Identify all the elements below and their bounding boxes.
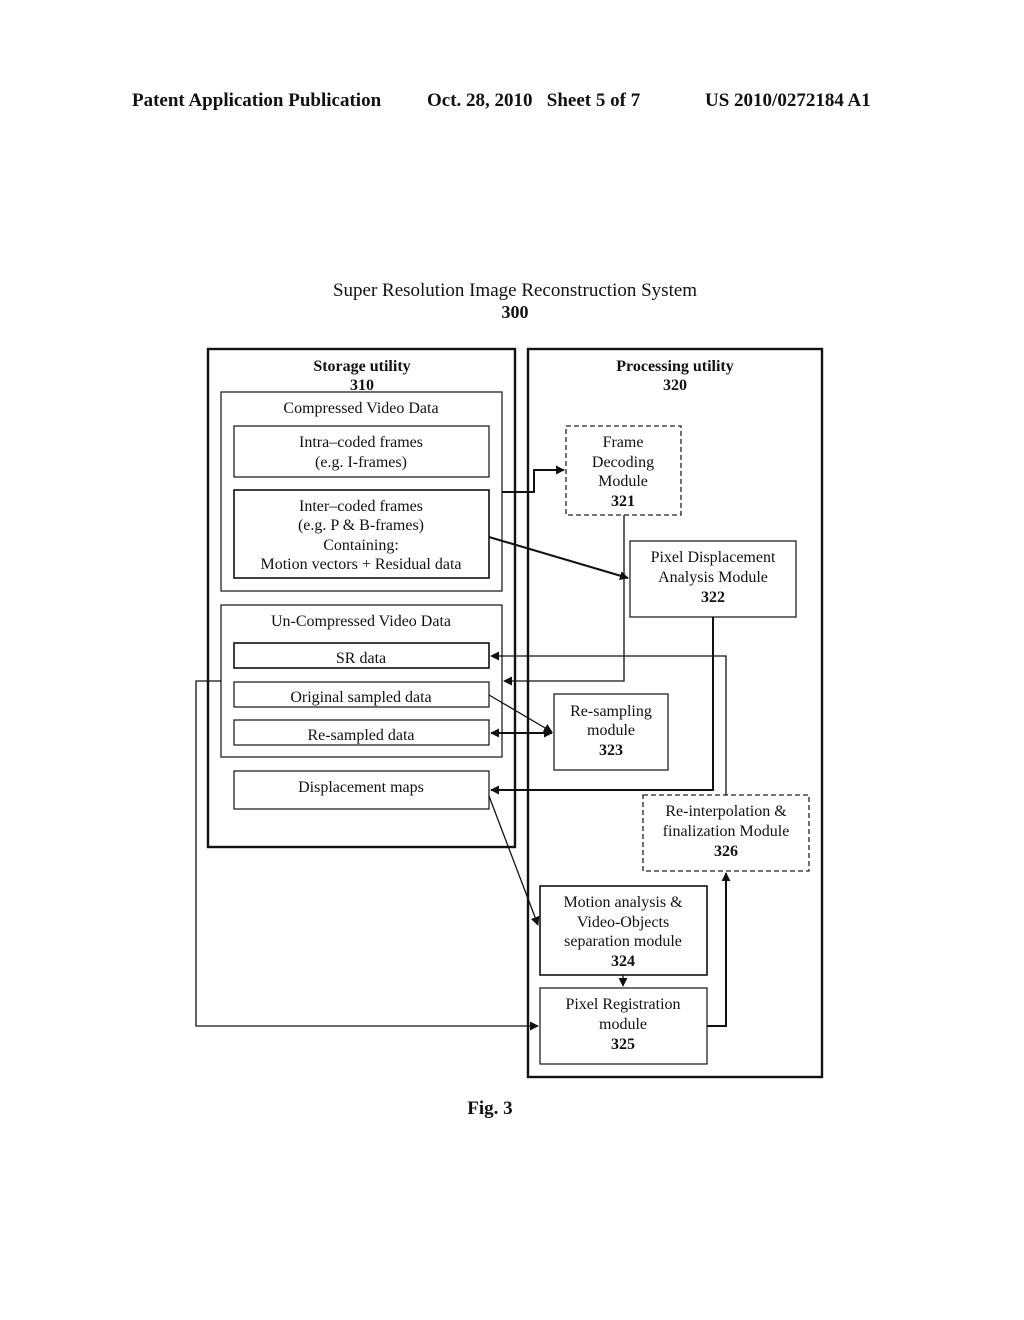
module-324-line-1: Motion analysis & xyxy=(563,894,683,911)
processing-utility: Processing utility 320 Frame Decoding Mo… xyxy=(526,347,824,1079)
intra-line-1: Intra–coded frames xyxy=(299,434,423,451)
module-322-ref: 322 xyxy=(701,589,725,606)
module-325-line-1: Pixel Registration xyxy=(565,996,680,1013)
module-324-line-3: separation module xyxy=(564,933,682,950)
module-324-ref: 324 xyxy=(611,953,635,970)
module-323-line-1: Re-sampling xyxy=(570,703,652,720)
module-321-line-3: Module xyxy=(598,473,648,490)
module-323-ref: 323 xyxy=(599,742,623,759)
processing-utility-label: Processing utility xyxy=(616,358,733,375)
intra-line-2: (e.g. I-frames) xyxy=(315,454,407,471)
module-321-line-2: Decoding xyxy=(592,454,654,471)
storage-utility: Storage utility 310 Compressed Video Dat… xyxy=(206,347,517,849)
module-324-line-2: Video-Objects xyxy=(577,914,669,931)
inter-line-3: Containing: xyxy=(323,537,399,554)
uncompressed-video-label: Un-Compressed Video Data xyxy=(271,613,451,630)
arrow-registration-to-reinterp xyxy=(707,872,731,1027)
module-325-ref: 325 xyxy=(611,1036,635,1053)
storage-utility-label: Storage utility xyxy=(313,358,410,375)
module-326-ref: 326 xyxy=(714,843,738,860)
inter-line-1: Inter–coded frames xyxy=(299,498,423,515)
sr-data-label: SR data xyxy=(336,650,386,667)
compressed-video-label: Compressed Video Data xyxy=(283,400,438,417)
diagram-ref: 300 xyxy=(502,302,529,322)
system-diagram: Super Resolution Image Reconstruction Sy… xyxy=(195,280,824,1119)
diagram-title: Super Resolution Image Reconstruction Sy… xyxy=(333,280,697,301)
storage-utility-frame xyxy=(206,347,517,849)
inter-line-2: (e.g. P & B-frames) xyxy=(298,517,424,534)
figure-caption: Fig. 3 xyxy=(467,1098,512,1119)
inter-line-4: Motion vectors + Residual data xyxy=(261,556,462,573)
module-321-ref: 321 xyxy=(611,493,635,510)
displacement-maps-label: Displacement maps xyxy=(298,779,424,796)
module-321-line-1: Frame xyxy=(603,434,644,451)
module-323-line-2: module xyxy=(587,722,635,739)
module-322-line-2: Analysis Module xyxy=(658,569,768,586)
arrow-inter-to-decoding xyxy=(502,465,565,493)
resampled-label: Re-sampled data xyxy=(307,727,414,744)
arrow-maps-to-motion xyxy=(488,795,540,926)
module-325-line-2: module xyxy=(599,1016,647,1033)
arrow-inter-to-displacement xyxy=(488,536,629,581)
module-326-line-1: Re-interpolation & xyxy=(665,803,787,820)
module-322-line-1: Pixel Displacement xyxy=(651,549,776,566)
original-sampled-label: Original sampled data xyxy=(290,689,431,706)
arrow-original-to-resampling xyxy=(488,694,553,733)
processing-utility-ref: 320 xyxy=(663,377,687,394)
module-326-line-2: finalization Module xyxy=(663,823,790,840)
